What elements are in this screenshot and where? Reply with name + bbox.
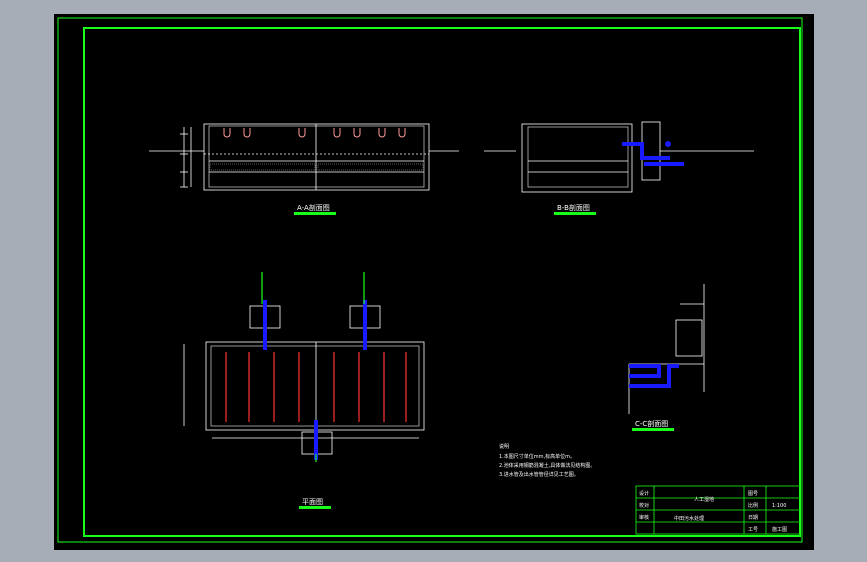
tb-scale-value: 1:100 xyxy=(772,503,786,509)
tb-label-scale: 比例 xyxy=(748,502,758,509)
notes-block: 说明 1.本图尺寸单位mm,标高单位m。 2.池体采用钢筋混凝土,具体做法见结构… xyxy=(499,443,595,478)
tb-label-job: 工号 xyxy=(748,527,758,533)
aa-distributors xyxy=(223,128,406,138)
outer-border xyxy=(57,17,803,543)
notes-line-3: 3.进水管及出水管管径详见工艺图。 xyxy=(499,471,579,478)
bb-pipes xyxy=(622,142,684,166)
tb-row-review: 审核 xyxy=(639,514,649,521)
cc-title-underline xyxy=(632,428,674,431)
bb-title-underline xyxy=(554,212,596,215)
tb-label-number: 图号 xyxy=(748,491,758,497)
notes-header: 说明 xyxy=(499,443,509,450)
notes-line-1: 1.本图尺寸单位mm,标高单位m。 xyxy=(499,453,575,460)
notes-line-2: 2.池体采用钢筋混凝土,具体做法见结构图。 xyxy=(499,462,595,469)
section-aa xyxy=(149,123,459,191)
bb-valve xyxy=(665,141,671,147)
inner-border xyxy=(83,27,801,537)
tb-project: 中田污水处理 xyxy=(674,515,704,522)
cc-title: C-C剖面图 xyxy=(635,419,668,428)
bb-title: B-B剖面图 xyxy=(557,203,590,212)
aa-title: A-A剖面图 xyxy=(297,203,330,212)
cc-pipes xyxy=(629,364,679,388)
section-bb xyxy=(484,121,754,193)
section-cc xyxy=(628,284,705,414)
drawing-sheet: A-A剖面图 B-B剖面图 平面图 C-C剖面图 说明 1.本图尺寸单位mm,标… xyxy=(54,14,814,550)
tb-stage: 施工图 xyxy=(772,526,787,533)
cad-drawing: A-A剖面图 B-B剖面图 平面图 C-C剖面图 说明 1.本图尺寸单位mm,标… xyxy=(57,17,803,543)
aa-title-underline xyxy=(294,212,336,215)
tb-label-date: 日期 xyxy=(748,515,758,521)
tb-drawing-name: 人工湿地 xyxy=(694,496,714,503)
plan-title-underline xyxy=(299,506,331,509)
aa-media-hatch xyxy=(209,163,424,171)
tb-row-check: 校对 xyxy=(639,502,649,509)
plan-title: 平面图 xyxy=(302,498,323,506)
plan-pipe-stubs xyxy=(261,272,365,462)
plan-view xyxy=(183,305,425,455)
tb-row-design: 设计 xyxy=(639,490,649,497)
